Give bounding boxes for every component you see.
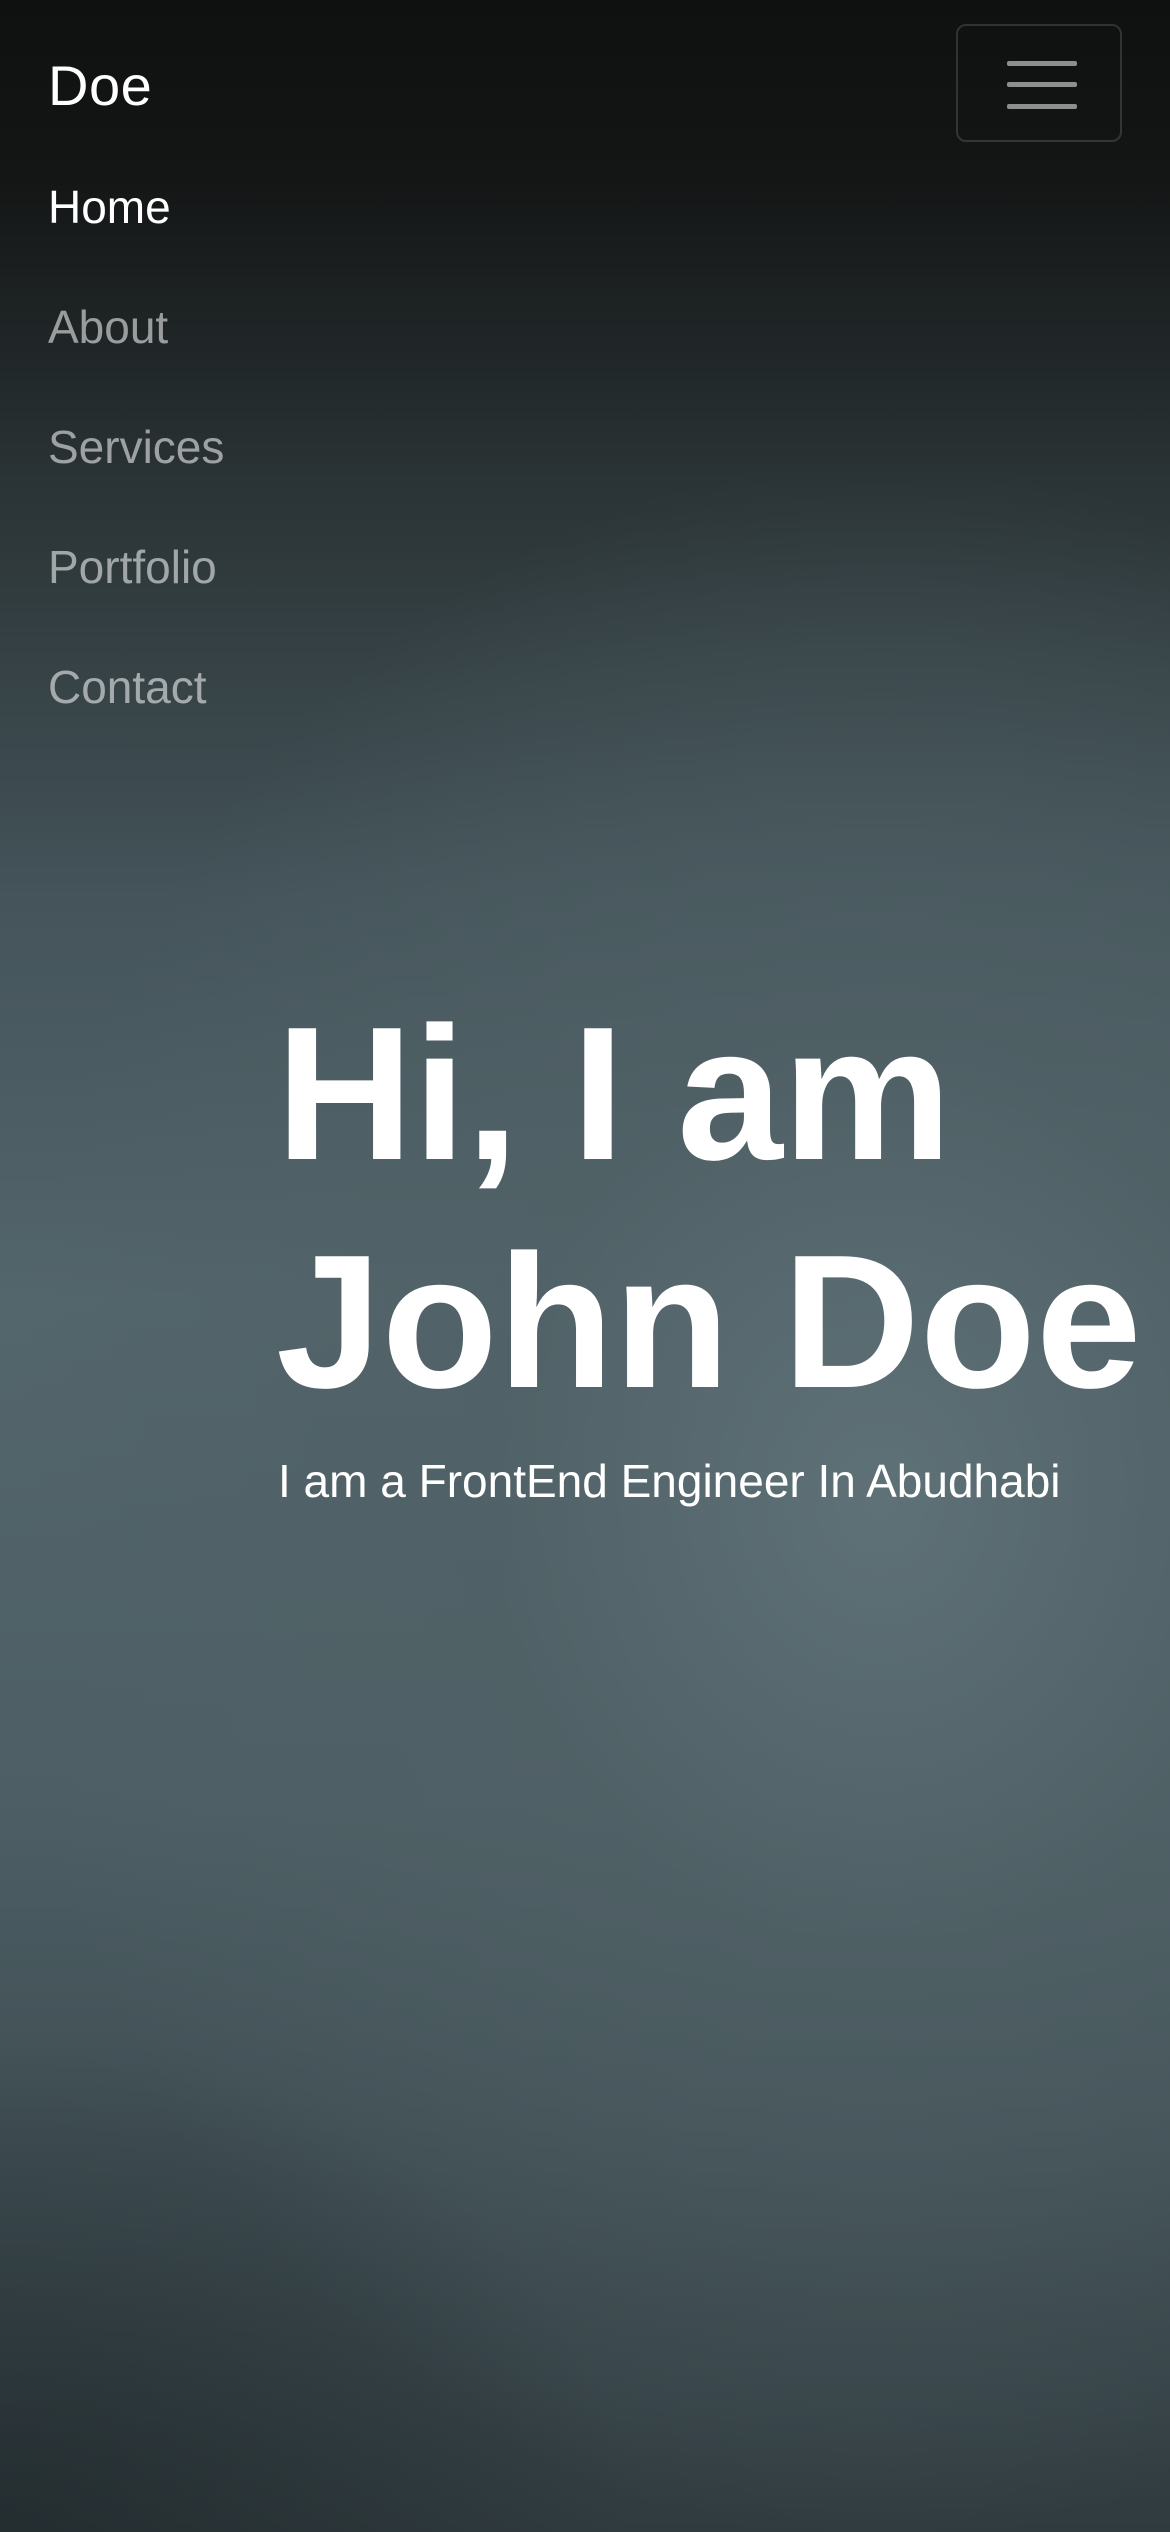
navbar: Doe Home About Services Portfolio Contac… xyxy=(0,0,1170,740)
nav-link-contact[interactable]: Contact xyxy=(48,654,207,720)
brand-logo[interactable]: Doe xyxy=(48,52,152,120)
nav-item-services: Services xyxy=(48,414,224,534)
hero-title-line-1: Hi, I am xyxy=(276,988,952,1200)
nav-item-home: Home xyxy=(48,174,224,294)
nav-item-portfolio: Portfolio xyxy=(48,534,224,654)
nav-link-portfolio[interactable]: Portfolio xyxy=(48,534,217,600)
nav-item-about: About xyxy=(48,294,224,414)
hero-title: Hi, I am John Doe xyxy=(276,980,1142,1436)
hero-subtitle: I am a FrontEnd Engineer In Abudhabi xyxy=(278,1455,1061,1507)
nav-item-contact: Contact xyxy=(48,654,224,774)
nav-link-home[interactable]: Home xyxy=(48,174,171,240)
nav-link-about[interactable]: About xyxy=(48,294,168,360)
nav-link-services[interactable]: Services xyxy=(48,414,224,480)
nav-menu: Home About Services Portfolio Contact xyxy=(48,174,224,774)
menu-toggle-button[interactable] xyxy=(956,24,1122,142)
hero-title-line-2: John Doe xyxy=(276,1216,1142,1428)
